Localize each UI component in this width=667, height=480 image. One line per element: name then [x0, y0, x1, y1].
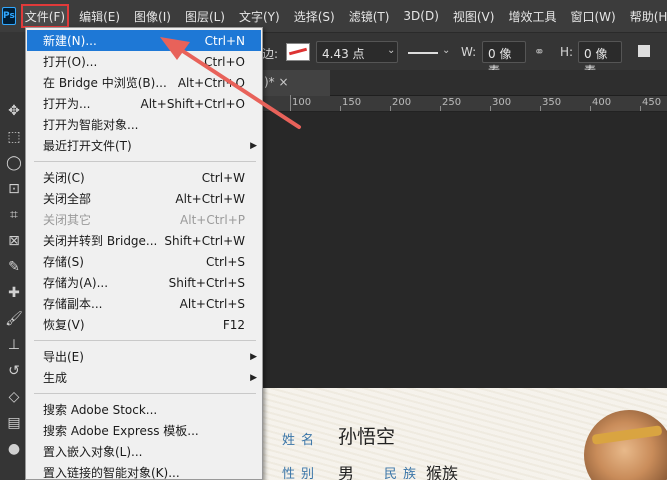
menu-window[interactable]: 窗口(W): [566, 4, 619, 28]
document-tab[interactable]: )* ×: [260, 70, 330, 96]
width-field[interactable]: 0 像素: [482, 41, 526, 78]
menu-item-search-adobe-stock[interactable]: 搜索 Adobe Stock...: [27, 399, 261, 420]
menu-item-place-embedded[interactable]: 置入嵌入对象(L)...: [27, 441, 261, 462]
ruler-label: 150: [342, 97, 362, 108]
height-field[interactable]: 0 像素: [578, 41, 622, 78]
ruler-label: 250: [442, 97, 462, 108]
menu-image[interactable]: 图像(I): [130, 4, 175, 28]
gradient-tool-icon[interactable]: ▤: [5, 414, 23, 432]
chevron-right-icon: ▶: [250, 372, 257, 383]
menu-item-open-smart-object[interactable]: 打开为智能对象...: [27, 114, 261, 135]
eyedropper-tool-icon[interactable]: ✎: [5, 258, 23, 276]
document-image[interactable]: 姓名 孙悟空 性别 男 民族 猴族: [262, 388, 667, 480]
menu-separator: [34, 161, 256, 162]
menu-select[interactable]: 选择(S): [290, 4, 339, 28]
ruler-tick: [640, 106, 641, 111]
clone-stamp-tool-icon[interactable]: ⊥: [5, 336, 23, 354]
brush-tool-icon[interactable]: 🖌: [5, 310, 23, 328]
menu-item-close-others[interactable]: 关闭其它 Alt+Ctrl+P: [27, 209, 261, 230]
ruler-tick: [440, 106, 441, 111]
canvas-area[interactable]: [262, 112, 667, 388]
menu-item-browse-bridge[interactable]: 在 Bridge 中浏览(B)... Alt+Ctrl+O: [27, 72, 261, 93]
horizontal-ruler: 100 150 200 250 300 350 400 450: [262, 95, 667, 112]
menu-plugins[interactable]: 增效工具: [504, 4, 560, 28]
link-icon[interactable]: ⚭: [534, 45, 545, 60]
ruler-label: 450: [642, 97, 662, 108]
stroke-type-preview[interactable]: [408, 52, 438, 54]
menu-file[interactable]: 文件(F): [20, 4, 70, 28]
stroke-color-swatch[interactable]: [286, 43, 310, 61]
height-label: H:: [560, 45, 574, 59]
menu-view[interactable]: 视图(V): [449, 4, 499, 28]
ruler-tick: [290, 95, 291, 111]
ruler-label: 400: [592, 97, 612, 108]
gender-value: 男: [338, 464, 355, 480]
ruler-tick: [340, 106, 341, 111]
menu-item-open-as[interactable]: 打开为... Alt+Shift+Ctrl+O: [27, 93, 261, 114]
tools-panel: ✥ ⬚ ◯ ⊡ ⌗ ⊠ ✎ ✚ 🖌 ⊥ ↺ ◇ ▤ ●: [0, 32, 28, 480]
menu-item-save-as[interactable]: 存储为(A)... Shift+Ctrl+S: [27, 272, 261, 293]
ruler-label: 100: [292, 97, 312, 108]
menu-edit[interactable]: 编辑(E): [75, 4, 124, 28]
ethnic-label: 民族: [384, 467, 423, 480]
menu-help[interactable]: 帮助(H): [626, 4, 667, 28]
menu-layer[interactable]: 图层(L): [181, 4, 229, 28]
name-label: 姓名: [282, 433, 321, 448]
menu-item-open[interactable]: 打开(O)... Ctrl+O: [27, 51, 261, 72]
healing-brush-tool-icon[interactable]: ✚: [5, 284, 23, 302]
path-operations-icon[interactable]: [638, 45, 650, 57]
menu-item-generate[interactable]: 生成 ▶: [27, 367, 261, 388]
ruler-tick: [390, 106, 391, 111]
ruler-tick: [490, 106, 491, 111]
menu-item-recent-files[interactable]: 最近打开文件(T) ▶: [27, 135, 261, 156]
ruler-label: 300: [492, 97, 512, 108]
menu-item-revert[interactable]: 恢复(V) F12: [27, 314, 261, 335]
ruler-label: 200: [392, 97, 412, 108]
frame-tool-icon[interactable]: ⊠: [5, 232, 23, 250]
stroke-size-field[interactable]: 4.43 点: [316, 41, 398, 63]
ruler-tick: [540, 106, 541, 111]
blur-tool-icon[interactable]: ●: [5, 440, 23, 458]
move-tool-icon[interactable]: ✥: [5, 102, 23, 120]
menu-item-new[interactable]: 新建(N)... Ctrl+N: [27, 30, 261, 51]
ruler-tick: [590, 106, 591, 111]
menu-3d[interactable]: 3D(D): [399, 4, 442, 28]
menu-item-search-adobe-express[interactable]: 搜索 Adobe Express 模板...: [27, 420, 261, 441]
menu-item-save-copy[interactable]: 存储副本... Alt+Ctrl+S: [27, 293, 261, 314]
menu-item-place-linked[interactable]: 置入链接的智能对象(K)...: [27, 462, 261, 480]
width-label: W:: [461, 45, 477, 59]
chevron-right-icon: ▶: [250, 140, 257, 151]
crop-tool-icon[interactable]: ⌗: [5, 206, 23, 224]
eraser-tool-icon[interactable]: ◇: [5, 388, 23, 406]
history-brush-tool-icon[interactable]: ↺: [5, 362, 23, 380]
menu-item-close[interactable]: 关闭(C) Ctrl+W: [27, 167, 261, 188]
file-menu-dropdown: 新建(N)... Ctrl+N 打开(O)... Ctrl+O 在 Bridge 中…: [25, 27, 263, 480]
photoshop-window: Ps 文件(F) 编辑(E) 图像(I) 图层(L) 文字(Y) 选择(S) 滤…: [0, 0, 667, 480]
ethnic-value: 猴族: [426, 464, 459, 480]
chevron-down-icon[interactable]: ⌄: [442, 45, 454, 57]
stroke-label: 边:: [262, 47, 279, 61]
menu-item-save[interactable]: 存储(S) Ctrl+S: [27, 251, 261, 272]
gender-label: 性别: [282, 467, 321, 480]
name-value: 孙悟空: [338, 426, 396, 448]
chevron-right-icon: ▶: [250, 351, 257, 362]
marquee-tool-icon[interactable]: ⬚: [5, 128, 23, 146]
menu-item-close-all[interactable]: 关闭全部 Alt+Ctrl+W: [27, 188, 261, 209]
menu-item-export[interactable]: 导出(E) ▶: [27, 346, 261, 367]
photoshop-logo-icon: Ps: [2, 7, 16, 25]
menu-separator: [34, 393, 256, 394]
chevron-down-icon[interactable]: ⌄: [387, 45, 399, 57]
menu-type[interactable]: 文字(Y): [235, 4, 284, 28]
menu-item-close-go-bridge[interactable]: 关闭并转到 Bridge... Shift+Ctrl+W: [27, 230, 261, 251]
object-select-tool-icon[interactable]: ⊡: [5, 180, 23, 198]
menu-separator: [34, 340, 256, 341]
ruler-label: 350: [542, 97, 562, 108]
lasso-tool-icon[interactable]: ◯: [5, 154, 23, 172]
menu-filter[interactable]: 滤镜(T): [345, 4, 394, 28]
